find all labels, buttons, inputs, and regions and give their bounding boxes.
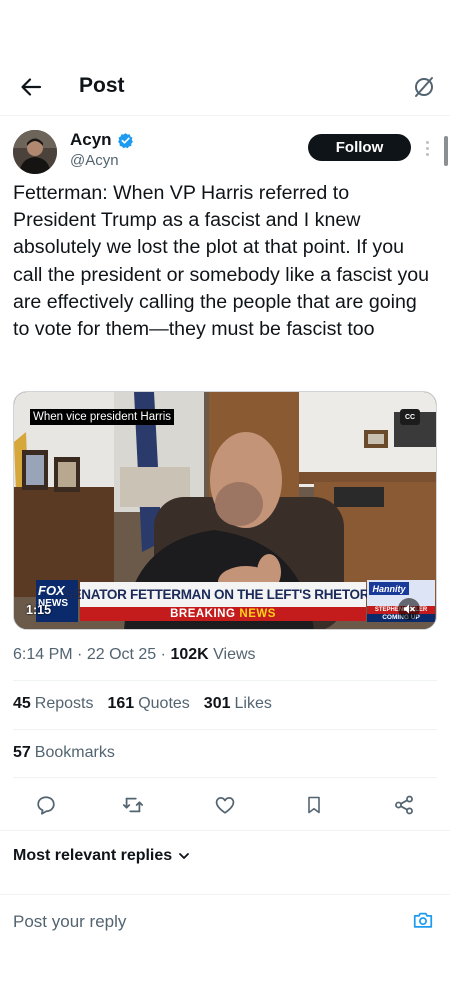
replies-sort-label: Most relevant replies	[13, 847, 173, 864]
reply-input[interactable]	[13, 910, 393, 934]
divider	[13, 729, 437, 730]
divider	[13, 777, 437, 778]
top-bar: Post	[0, 60, 450, 116]
avatar-image	[13, 130, 57, 174]
mute-button[interactable]	[398, 598, 420, 620]
repost-icon	[122, 797, 144, 813]
breaking-news-banner: BREAKING NEWS	[80, 607, 366, 621]
divider	[13, 680, 437, 681]
bookmark-icon	[308, 796, 320, 814]
video-player[interactable]: When vice president Harris CC FOX NEWS S…	[13, 391, 437, 630]
page-title: Post	[79, 74, 125, 97]
likes-stat[interactable]: 301 Likes	[204, 695, 272, 713]
scrollbar-thumb[interactable]	[444, 136, 448, 166]
views-label: Views	[213, 646, 256, 663]
chevron-down-icon	[179, 853, 190, 859]
avatar[interactable]	[13, 130, 57, 174]
replies-sort-dropdown[interactable]: Most relevant replies	[13, 847, 190, 865]
back-button[interactable]	[14, 72, 48, 102]
closed-captions-button[interactable]: CC	[400, 409, 420, 425]
views-count: 102K	[170, 646, 209, 663]
engagement-stats: 45 Reposts 161 Quotes 301 Likes	[13, 695, 272, 713]
promo-show-name: Hannity	[369, 582, 409, 595]
camera-icon	[413, 912, 433, 928]
camera-button[interactable]	[410, 907, 436, 933]
quotes-stat[interactable]: 161 Quotes	[108, 695, 190, 713]
author-row: Acyn @Acyn Follow	[0, 128, 450, 178]
divider	[0, 830, 450, 831]
reply-button[interactable]	[31, 790, 61, 820]
like-icon	[215, 796, 235, 814]
grok-button[interactable]	[410, 72, 438, 102]
reply-composer	[0, 894, 450, 952]
news-lower-third: FOX NEWS SENATOR FETTERMAN ON THE LEFT'S…	[36, 580, 435, 622]
author-name[interactable]: Acyn	[70, 130, 134, 150]
like-button[interactable]	[210, 790, 240, 820]
news-word: NEWS	[239, 608, 276, 620]
repost-button[interactable]	[118, 790, 148, 820]
video-duration: 1:15	[26, 603, 52, 617]
reply-icon	[37, 796, 55, 815]
volume-muted-icon	[403, 604, 415, 614]
tweet-text: Fetterman: When VP Harris referred to Pr…	[13, 182, 430, 341]
post-time: 6:14 PM	[13, 646, 73, 663]
author-handle[interactable]: @Acyn	[70, 152, 119, 169]
news-chyron: SENATOR FETTERMAN ON THE LEFT'S RHETORIC	[64, 582, 382, 607]
action-bar	[0, 790, 450, 820]
reposts-stat[interactable]: 45 Reposts	[13, 695, 94, 713]
share-button[interactable]	[389, 790, 419, 820]
bookmarks-stat[interactable]: 57 Bookmarks	[13, 744, 115, 762]
share-icon	[395, 795, 413, 815]
more-options-icon[interactable]	[420, 136, 434, 160]
post-metadata: 6:14 PM · 22 Oct 25 · 102K Views	[13, 646, 256, 663]
follow-button[interactable]: Follow	[308, 134, 411, 161]
post-date: 22 Oct 25	[86, 646, 157, 663]
back-arrow-icon	[21, 78, 42, 96]
author-name-text: Acyn	[70, 130, 112, 149]
video-caption: When vice president Harris	[30, 409, 175, 425]
grok-icon	[415, 77, 433, 97]
breaking-word: BREAKING	[170, 608, 236, 620]
verified-badge-icon	[117, 132, 133, 148]
bookmark-button[interactable]	[299, 790, 329, 820]
